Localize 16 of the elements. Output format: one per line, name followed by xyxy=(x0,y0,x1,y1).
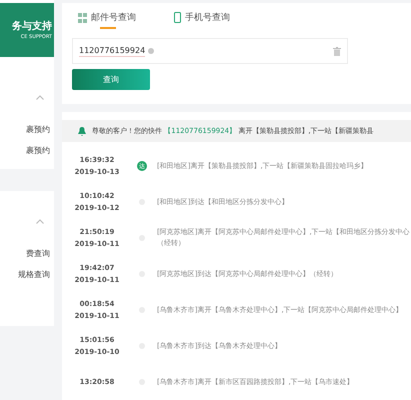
trash-icon[interactable] xyxy=(333,46,341,56)
grid-icon xyxy=(78,12,87,22)
clear-icon[interactable] xyxy=(148,48,154,54)
chevron-icon[interactable] xyxy=(36,218,44,224)
brand-title: 务与支持 xyxy=(12,20,52,32)
sidebar-item[interactable]: 裹预约 xyxy=(0,140,54,161)
phone-icon xyxy=(174,12,181,23)
sidebar-item[interactable]: 规格查询 xyxy=(0,264,54,285)
sidebar-item[interactable]: 费查询 xyxy=(0,243,54,264)
tab[interactable]: 手机号查询 xyxy=(174,11,230,29)
bell-icon xyxy=(78,126,86,136)
sidebar-item[interactable]: 裹预约 xyxy=(0,119,54,140)
chevron-icon[interactable] xyxy=(36,94,44,100)
query-button[interactable]: 查询 xyxy=(72,69,150,90)
tab[interactable]: 邮件号查询 xyxy=(78,11,136,29)
tracking-number-field[interactable]: 1120776159924 xyxy=(72,38,348,64)
